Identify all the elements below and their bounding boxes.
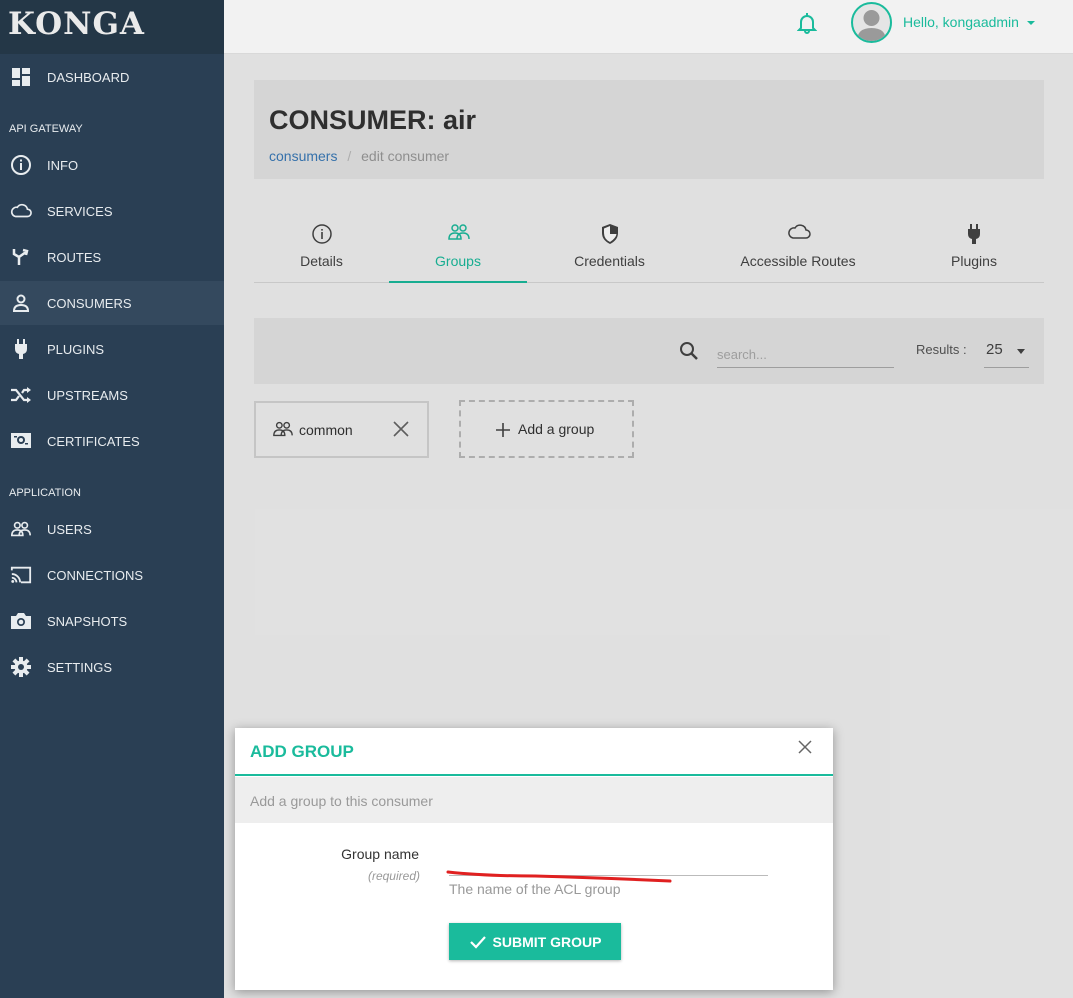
sidebar-item-dashboard[interactable]: DASHBOARD — [0, 55, 224, 99]
user-menu[interactable]: Hello, kongaadmin — [903, 14, 1035, 30]
modal-subtitle-bar: Add a group to this consumer — [235, 777, 833, 823]
sidebar-item-label: CONNECTIONS — [47, 567, 144, 583]
add-group-modal: ADD GROUP Add a group to this consumer G… — [235, 728, 833, 990]
sidebar-item-info[interactable]: INFO — [0, 143, 224, 187]
sidebar-item-settings[interactable]: SETTINGS — [0, 645, 224, 689]
group-name-help: The name of the ACL group — [449, 881, 621, 897]
camera-icon — [10, 610, 32, 632]
check-icon — [469, 935, 486, 949]
sidebar-item-routes[interactable]: ROUTES — [0, 235, 224, 279]
sidebar-item-label: SNAPSHOTS — [47, 613, 128, 629]
red-annotation-stroke — [446, 870, 672, 883]
sidebar-item-certificates[interactable]: CERTIFICATES — [0, 419, 224, 463]
submit-label: SUBMIT GROUP — [492, 933, 602, 950]
sidebar-item-label: INFO — [47, 157, 79, 173]
modal-title: ADD GROUP — [250, 742, 354, 761]
user-icon — [10, 292, 32, 314]
sidebar-item-label: SETTINGS — [47, 659, 113, 675]
sidebar-item-upstreams[interactable]: UPSTREAMS — [0, 373, 224, 417]
submit-group-button[interactable]: SUBMIT GROUP — [449, 923, 621, 960]
routes-icon — [10, 246, 32, 268]
sidebar-section-api-gateway: API GATEWAY — [9, 123, 83, 135]
sidebar-item-label: CERTIFICATES — [47, 433, 140, 449]
sidebar-item-snapshots[interactable]: SNAPSHOTS — [0, 599, 224, 643]
sidebar-item-label: CONSUMERS — [47, 295, 132, 311]
plug-icon — [10, 338, 32, 360]
gear-icon — [10, 656, 32, 678]
cloud-icon — [10, 200, 32, 222]
chevron-down-icon — [1026, 21, 1035, 26]
required-hint: (required) — [367, 869, 420, 883]
group-name-label: Group name — [341, 846, 419, 862]
bell-icon[interactable] — [796, 12, 818, 34]
sidebar: KONGA DASHBOARD API GATEWAY INFO SERVICE… — [0, 0, 224, 998]
sidebar-item-label: UPSTREAMS — [47, 387, 128, 403]
logo-bar: KONGA — [0, 0, 224, 54]
sidebar-item-label: USERS — [47, 521, 92, 537]
sidebar-item-plugins[interactable]: PLUGINS — [0, 327, 224, 371]
dashboard-icon — [10, 66, 32, 88]
avatar[interactable] — [851, 2, 892, 43]
certificate-icon — [10, 430, 32, 452]
logo[interactable]: KONGA — [8, 6, 145, 42]
modal-header: ADD GROUP — [235, 728, 833, 776]
modal-subtitle: Add a group to this consumer — [250, 793, 433, 809]
sidebar-item-label: DASHBOARD — [47, 69, 130, 85]
cast-icon — [10, 564, 32, 586]
user-greeting: Hello, kongaadmin — [903, 14, 1019, 30]
top-bar: Hello, kongaadmin — [224, 0, 1073, 54]
sidebar-item-label: SERVICES — [47, 203, 113, 219]
users-icon — [10, 518, 32, 540]
close-icon[interactable] — [796, 738, 814, 756]
sidebar-item-users[interactable]: USERS — [0, 507, 224, 551]
sidebar-item-label: ROUTES — [47, 249, 102, 265]
sidebar-item-services[interactable]: SERVICES — [0, 189, 224, 233]
sidebar-item-connections[interactable]: CONNECTIONS — [0, 553, 224, 597]
info-icon — [10, 154, 32, 176]
shuffle-icon — [10, 384, 32, 406]
sidebar-item-label: PLUGINS — [47, 341, 105, 357]
sidebar-section-application: APPLICATION — [9, 487, 81, 499]
sidebar-item-consumers[interactable]: CONSUMERS — [0, 281, 224, 325]
